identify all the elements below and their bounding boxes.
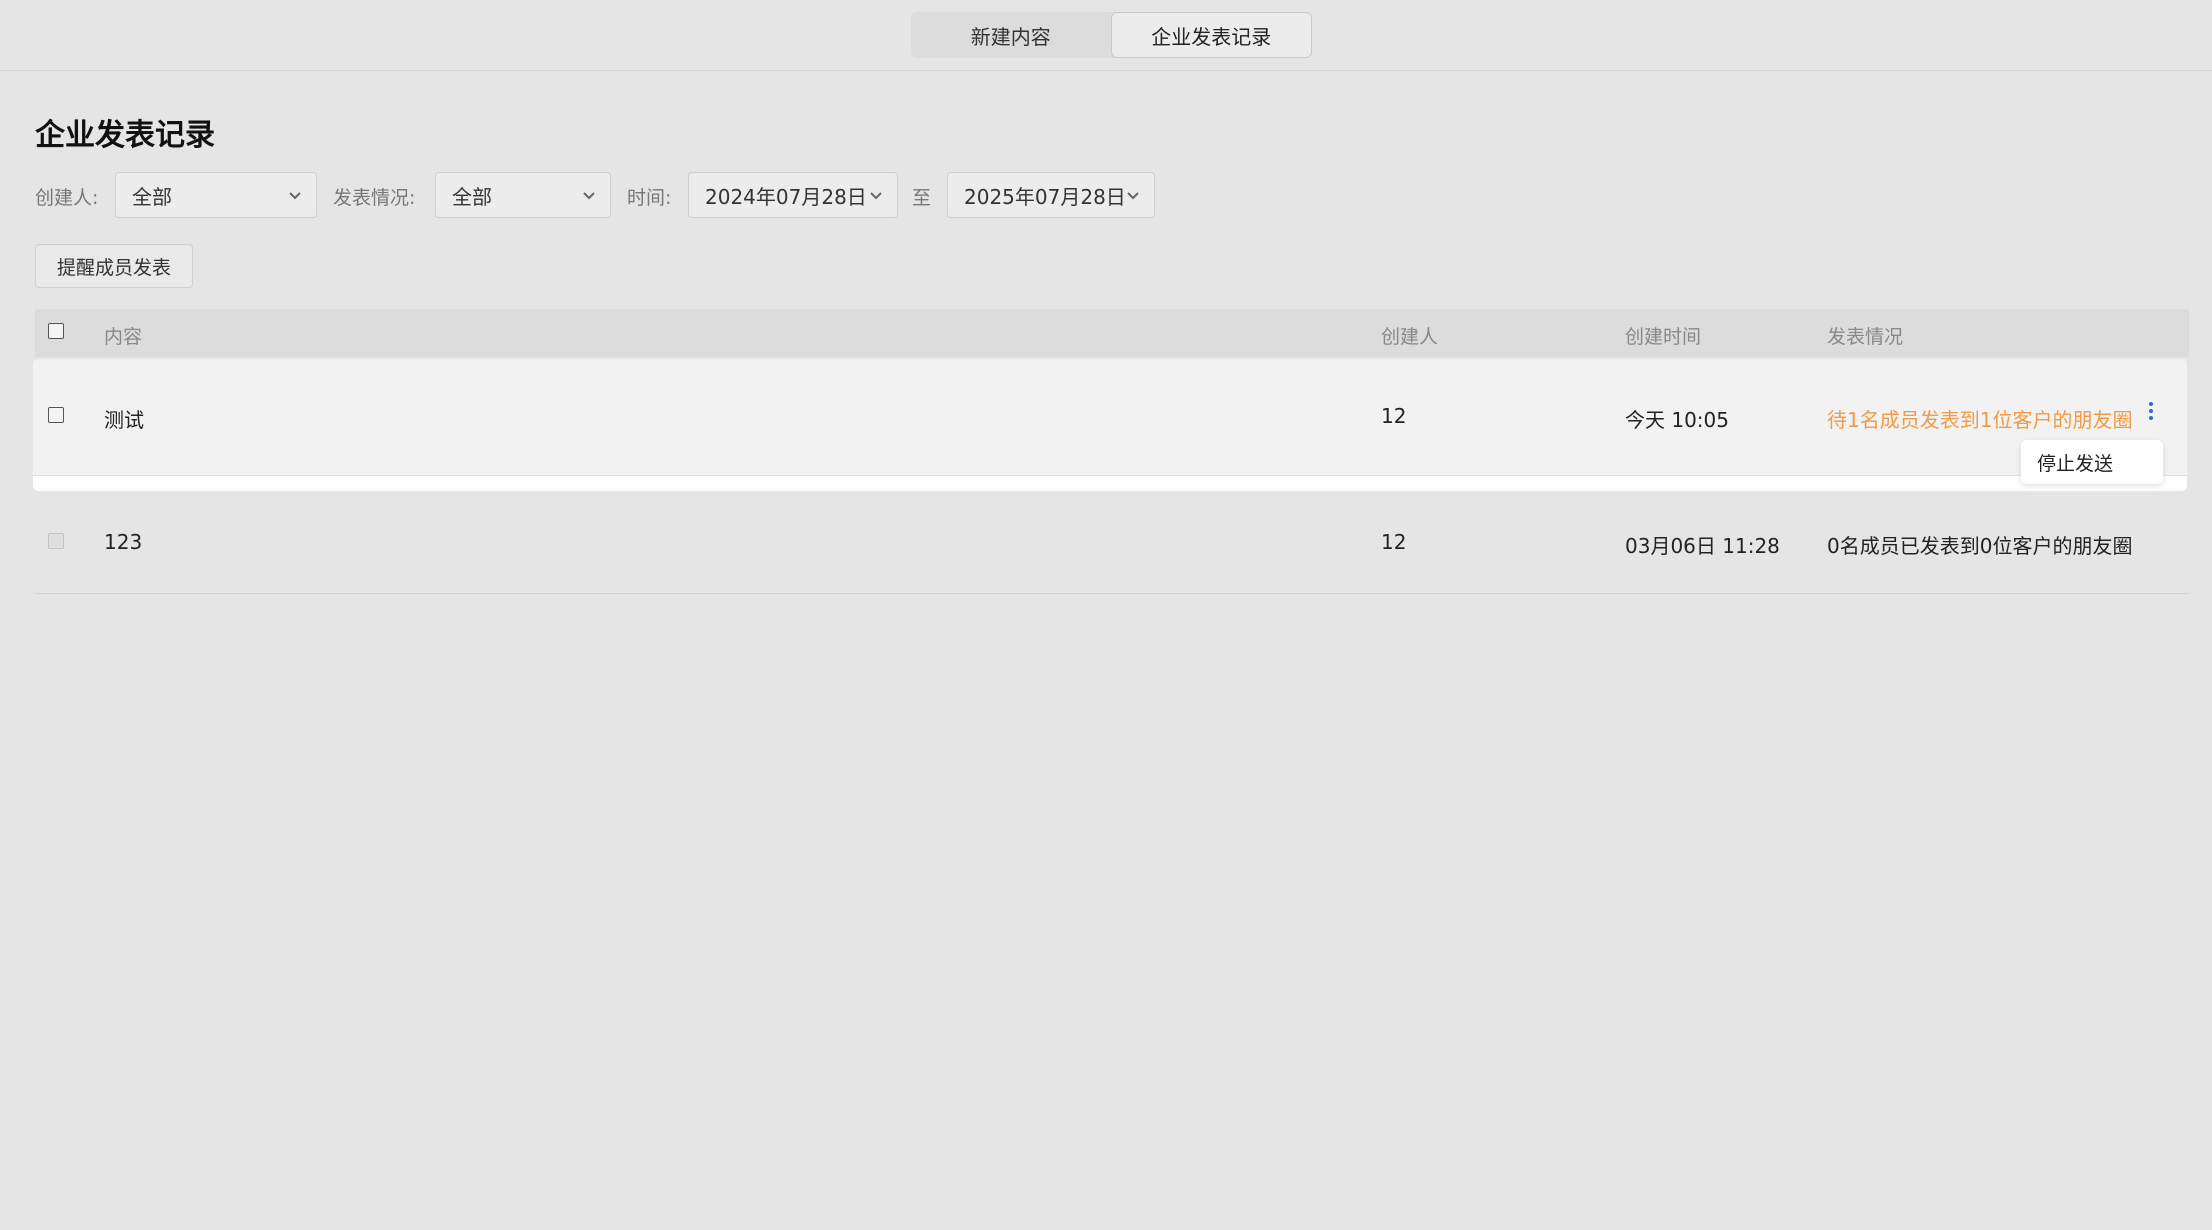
date-to-picker[interactable]: 2025年07月28日 [947, 172, 1155, 218]
row-content: 123 [104, 530, 143, 554]
header-content: 内容 [104, 326, 143, 348]
chevron-down-icon [289, 192, 301, 200]
tab-new-content[interactable]: 新建内容 [911, 12, 1111, 58]
page-title: 企业发表记录 [35, 118, 215, 153]
row-created-time: 03月06日 11:28 [1625, 534, 1780, 558]
tab-publish-records[interactable]: 企业发表记录 [1110, 12, 1312, 58]
status-select-value: 全部 [452, 184, 492, 209]
top-bar: 新建内容 企业发表记录 [0, 0, 2212, 71]
header-created-time: 创建时间 [1625, 326, 1702, 348]
date-from-value: 2024年07月28日 [705, 184, 867, 209]
row-creator: 12 [1381, 404, 1407, 428]
row-publish-status: 待1名成员发表到1位客户的朋友圈 [1827, 408, 2133, 432]
select-all-checkbox[interactable] [48, 323, 64, 339]
creator-select[interactable]: 全部 [115, 172, 317, 218]
chevron-down-icon [870, 192, 882, 200]
date-from-picker[interactable]: 2024年07月28日 [688, 172, 898, 218]
remind-members-button[interactable]: 提醒成员发表 [35, 244, 193, 288]
row-checkbox [48, 533, 64, 549]
row-checkbox[interactable] [48, 407, 64, 423]
row-creator: 12 [1381, 530, 1407, 554]
date-range-separator: 至 [912, 187, 932, 209]
view-switcher: 新建内容 企业发表记录 [911, 12, 1312, 58]
table-row[interactable]: 测试 12 今天 10:05 待1名成员发表到1位客户的朋友圈 [33, 359, 2187, 491]
creator-select-value: 全部 [132, 184, 172, 209]
table-header: 内容 创建人 创建时间 发表情况 [35, 309, 2189, 357]
row-created-time: 今天 10:05 [1625, 408, 1729, 432]
stop-sending-menu-item[interactable]: 停止发送 [2021, 440, 2163, 484]
chevron-down-icon [1127, 192, 1139, 200]
creator-filter-label: 创建人: [35, 187, 99, 209]
date-to-value: 2025年07月28日 [964, 184, 1126, 209]
status-select[interactable]: 全部 [435, 172, 611, 218]
table-row-body: 测试 12 今天 10:05 待1名成员发表到1位客户的朋友圈 [33, 359, 2187, 476]
table-row[interactable]: 123 12 03月06日 11:28 0名成员已发表到0位客户的朋友圈 [35, 491, 2189, 594]
chevron-down-icon [583, 192, 595, 200]
header-publish-status: 发表情况 [1827, 326, 1904, 348]
status-filter-label: 发表情况: [333, 187, 416, 209]
time-filter-label: 时间: [627, 187, 672, 209]
row-publish-status: 0名成员已发表到0位客户的朋友圈 [1827, 534, 2133, 558]
header-creator: 创建人 [1381, 326, 1439, 348]
more-actions-icon[interactable] [2149, 399, 2153, 423]
row-content: 测试 [104, 408, 144, 432]
